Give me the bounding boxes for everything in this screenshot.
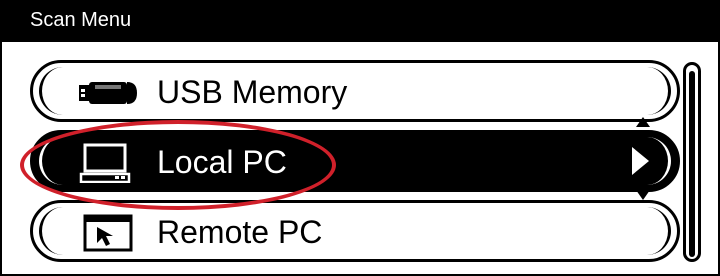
item-left-cap (39, 207, 66, 255)
menu-item-label: USB Memory (157, 74, 348, 110)
remote-pc-icon (83, 214, 133, 252)
menu-item-remote-pc[interactable]: Remote PC (30, 200, 680, 262)
item-right-cap (644, 67, 671, 115)
scrollbar[interactable] (683, 62, 701, 262)
highlight-ellipse (20, 120, 336, 210)
item-right-cap (644, 207, 671, 255)
title-bar: Scan Menu (2, 2, 718, 42)
scroll-up-icon[interactable] (635, 115, 651, 129)
scroll-down-icon[interactable] (635, 188, 651, 202)
item-left-cap (39, 67, 66, 115)
scrollbar-thumb[interactable] (689, 71, 695, 257)
menu-item-usb-memory[interactable]: USB Memory (30, 60, 680, 122)
usb-drive-icon (79, 82, 137, 104)
menu-item-label: Remote PC (157, 214, 323, 250)
window-title: Scan Menu (30, 9, 132, 31)
screen-frame: Scan Menu USB Memory Local PC Remote PC (0, 0, 720, 276)
play-arrow-icon (632, 147, 649, 175)
